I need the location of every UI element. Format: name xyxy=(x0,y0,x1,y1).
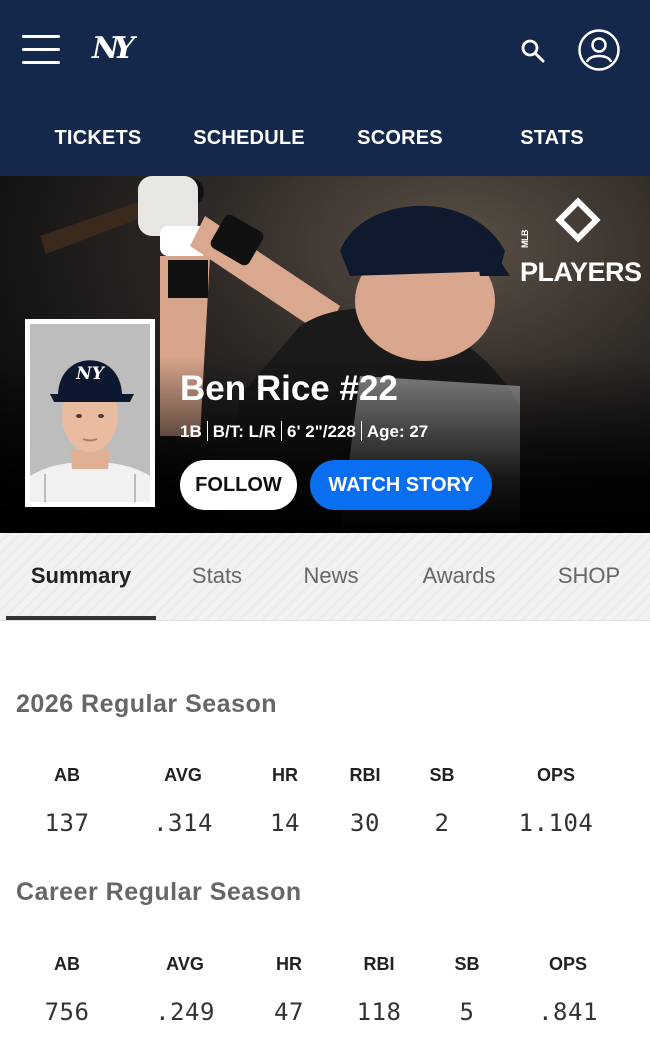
mlb-players-wordmark: MLBPLAYERS xyxy=(520,230,642,287)
active-tab-indicator xyxy=(6,616,156,620)
career-stats-title: Career Regular Season xyxy=(16,878,302,906)
nav-stats[interactable]: STATS xyxy=(478,100,626,176)
stat-header: AB xyxy=(54,765,80,785)
yankees-logo[interactable]: NY xyxy=(92,30,135,68)
search-icon[interactable] xyxy=(518,36,548,66)
stat-value: 2 xyxy=(434,809,450,837)
watch-story-button[interactable]: WATCH STORY xyxy=(310,460,492,510)
player-name: Ben Rice #22 xyxy=(180,369,398,408)
stat-value: 5 xyxy=(459,998,475,1026)
nav-tickets[interactable]: TICKETS xyxy=(24,100,172,176)
player-position: 1B xyxy=(180,422,202,441)
stat-header: OPS xyxy=(548,954,587,974)
player-bats-throws: B/T: L/R xyxy=(212,422,277,441)
player-headshot: NY xyxy=(25,319,155,507)
stat-value: .314 xyxy=(153,809,213,837)
stat-header: AVG xyxy=(164,765,202,785)
stat-value: .841 xyxy=(538,998,598,1026)
tab-stats[interactable]: Stats xyxy=(170,533,264,621)
stat-header: OPS xyxy=(536,765,575,785)
main-nav: TICKETS SCHEDULE SCORES STATS xyxy=(0,100,650,176)
tab-awards[interactable]: Awards xyxy=(398,533,520,621)
player-height-weight: 6' 2"/228 xyxy=(287,422,356,441)
tab-summary[interactable]: Summary xyxy=(6,533,156,621)
stat-value: 137 xyxy=(44,809,90,837)
nav-schedule[interactable]: SCHEDULE xyxy=(174,100,324,176)
tab-shop[interactable]: SHOP xyxy=(538,533,640,621)
stat-header: RBI xyxy=(363,954,395,974)
user-icon[interactable] xyxy=(577,28,621,72)
top-bar: NY xyxy=(0,0,650,100)
stat-value: .249 xyxy=(155,998,215,1026)
stat-header: AB xyxy=(54,954,80,974)
stat-value: 756 xyxy=(44,998,90,1026)
follow-button[interactable]: FOLLOW xyxy=(180,460,297,510)
player-tabs: Summary Stats News Awards SHOP xyxy=(0,533,650,621)
stat-header: HR xyxy=(276,954,302,974)
stat-header: AVG xyxy=(166,954,204,974)
stat-header: HR xyxy=(272,765,298,785)
stat-header: SB xyxy=(454,954,480,974)
player-bio-line: 1B B/T: L/R 6' 2"/228 Age: 27 xyxy=(180,421,428,442)
nav-scores[interactable]: SCORES xyxy=(330,100,470,176)
svg-text:NY: NY xyxy=(75,364,106,384)
menu-icon[interactable] xyxy=(22,35,60,65)
tab-news[interactable]: News xyxy=(286,533,376,621)
player-hero: MLBPLAYERS NY Ben Rice #22 1B B/T: L/R 6' … xyxy=(0,176,650,533)
stat-value: 1.104 xyxy=(518,809,594,837)
stat-header: SB xyxy=(429,765,455,785)
season-stats-title: 2026 Regular Season xyxy=(16,690,278,718)
player-age: Age: 27 xyxy=(366,422,429,441)
